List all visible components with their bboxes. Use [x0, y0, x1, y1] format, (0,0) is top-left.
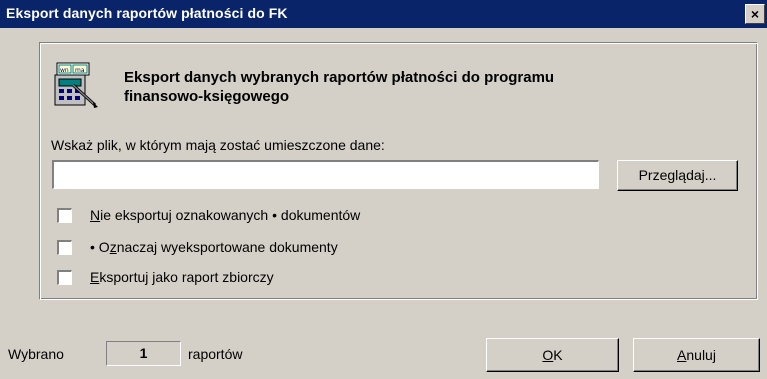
selected-suffix-label: raportów [188, 346, 243, 362]
browse-button[interactable]: Przeglądaj... [617, 160, 738, 191]
selected-prefix-label: Wybrano [8, 346, 64, 362]
close-icon: × [750, 6, 760, 22]
svg-text:wn: wn [60, 67, 69, 74]
summary-report-checkbox[interactable] [57, 270, 72, 285]
skip-marked-label[interactable]: Nie eksportuj oznakowanych • dokumentów [90, 207, 360, 223]
svg-text:ma: ma [75, 67, 85, 74]
ok-button[interactable]: OK [486, 338, 619, 372]
file-path-input[interactable] [52, 160, 599, 189]
mark-exported-checkbox[interactable] [57, 240, 72, 255]
summary-report-label[interactable]: Eksportuj jako raport zbiorczy [90, 269, 274, 285]
heading-line-1: Eksport danych wybranych raportów płatno… [124, 69, 555, 86]
cancel-button[interactable]: Anuluj [633, 338, 760, 372]
document-calculator-pen-icon: wn ma [54, 62, 98, 108]
close-button[interactable]: × [745, 4, 765, 24]
heading-line-2: finansowo-księgowego [124, 88, 290, 105]
skip-marked-checkbox[interactable] [57, 208, 72, 223]
window-title: Eksport danych raportów płatności do FK [6, 5, 288, 21]
selected-count: 1 [106, 341, 181, 366]
file-path-label: Wskaż plik, w którym mają zostać umieszc… [51, 137, 385, 153]
dialog-heading: Eksport danych wybranych raportów płatno… [124, 68, 724, 106]
mark-exported-label[interactable]: • Oznaczaj wyeksportowane dokumenty [90, 239, 338, 255]
title-bar[interactable]: Eksport danych raportów płatności do FK … [0, 0, 767, 28]
